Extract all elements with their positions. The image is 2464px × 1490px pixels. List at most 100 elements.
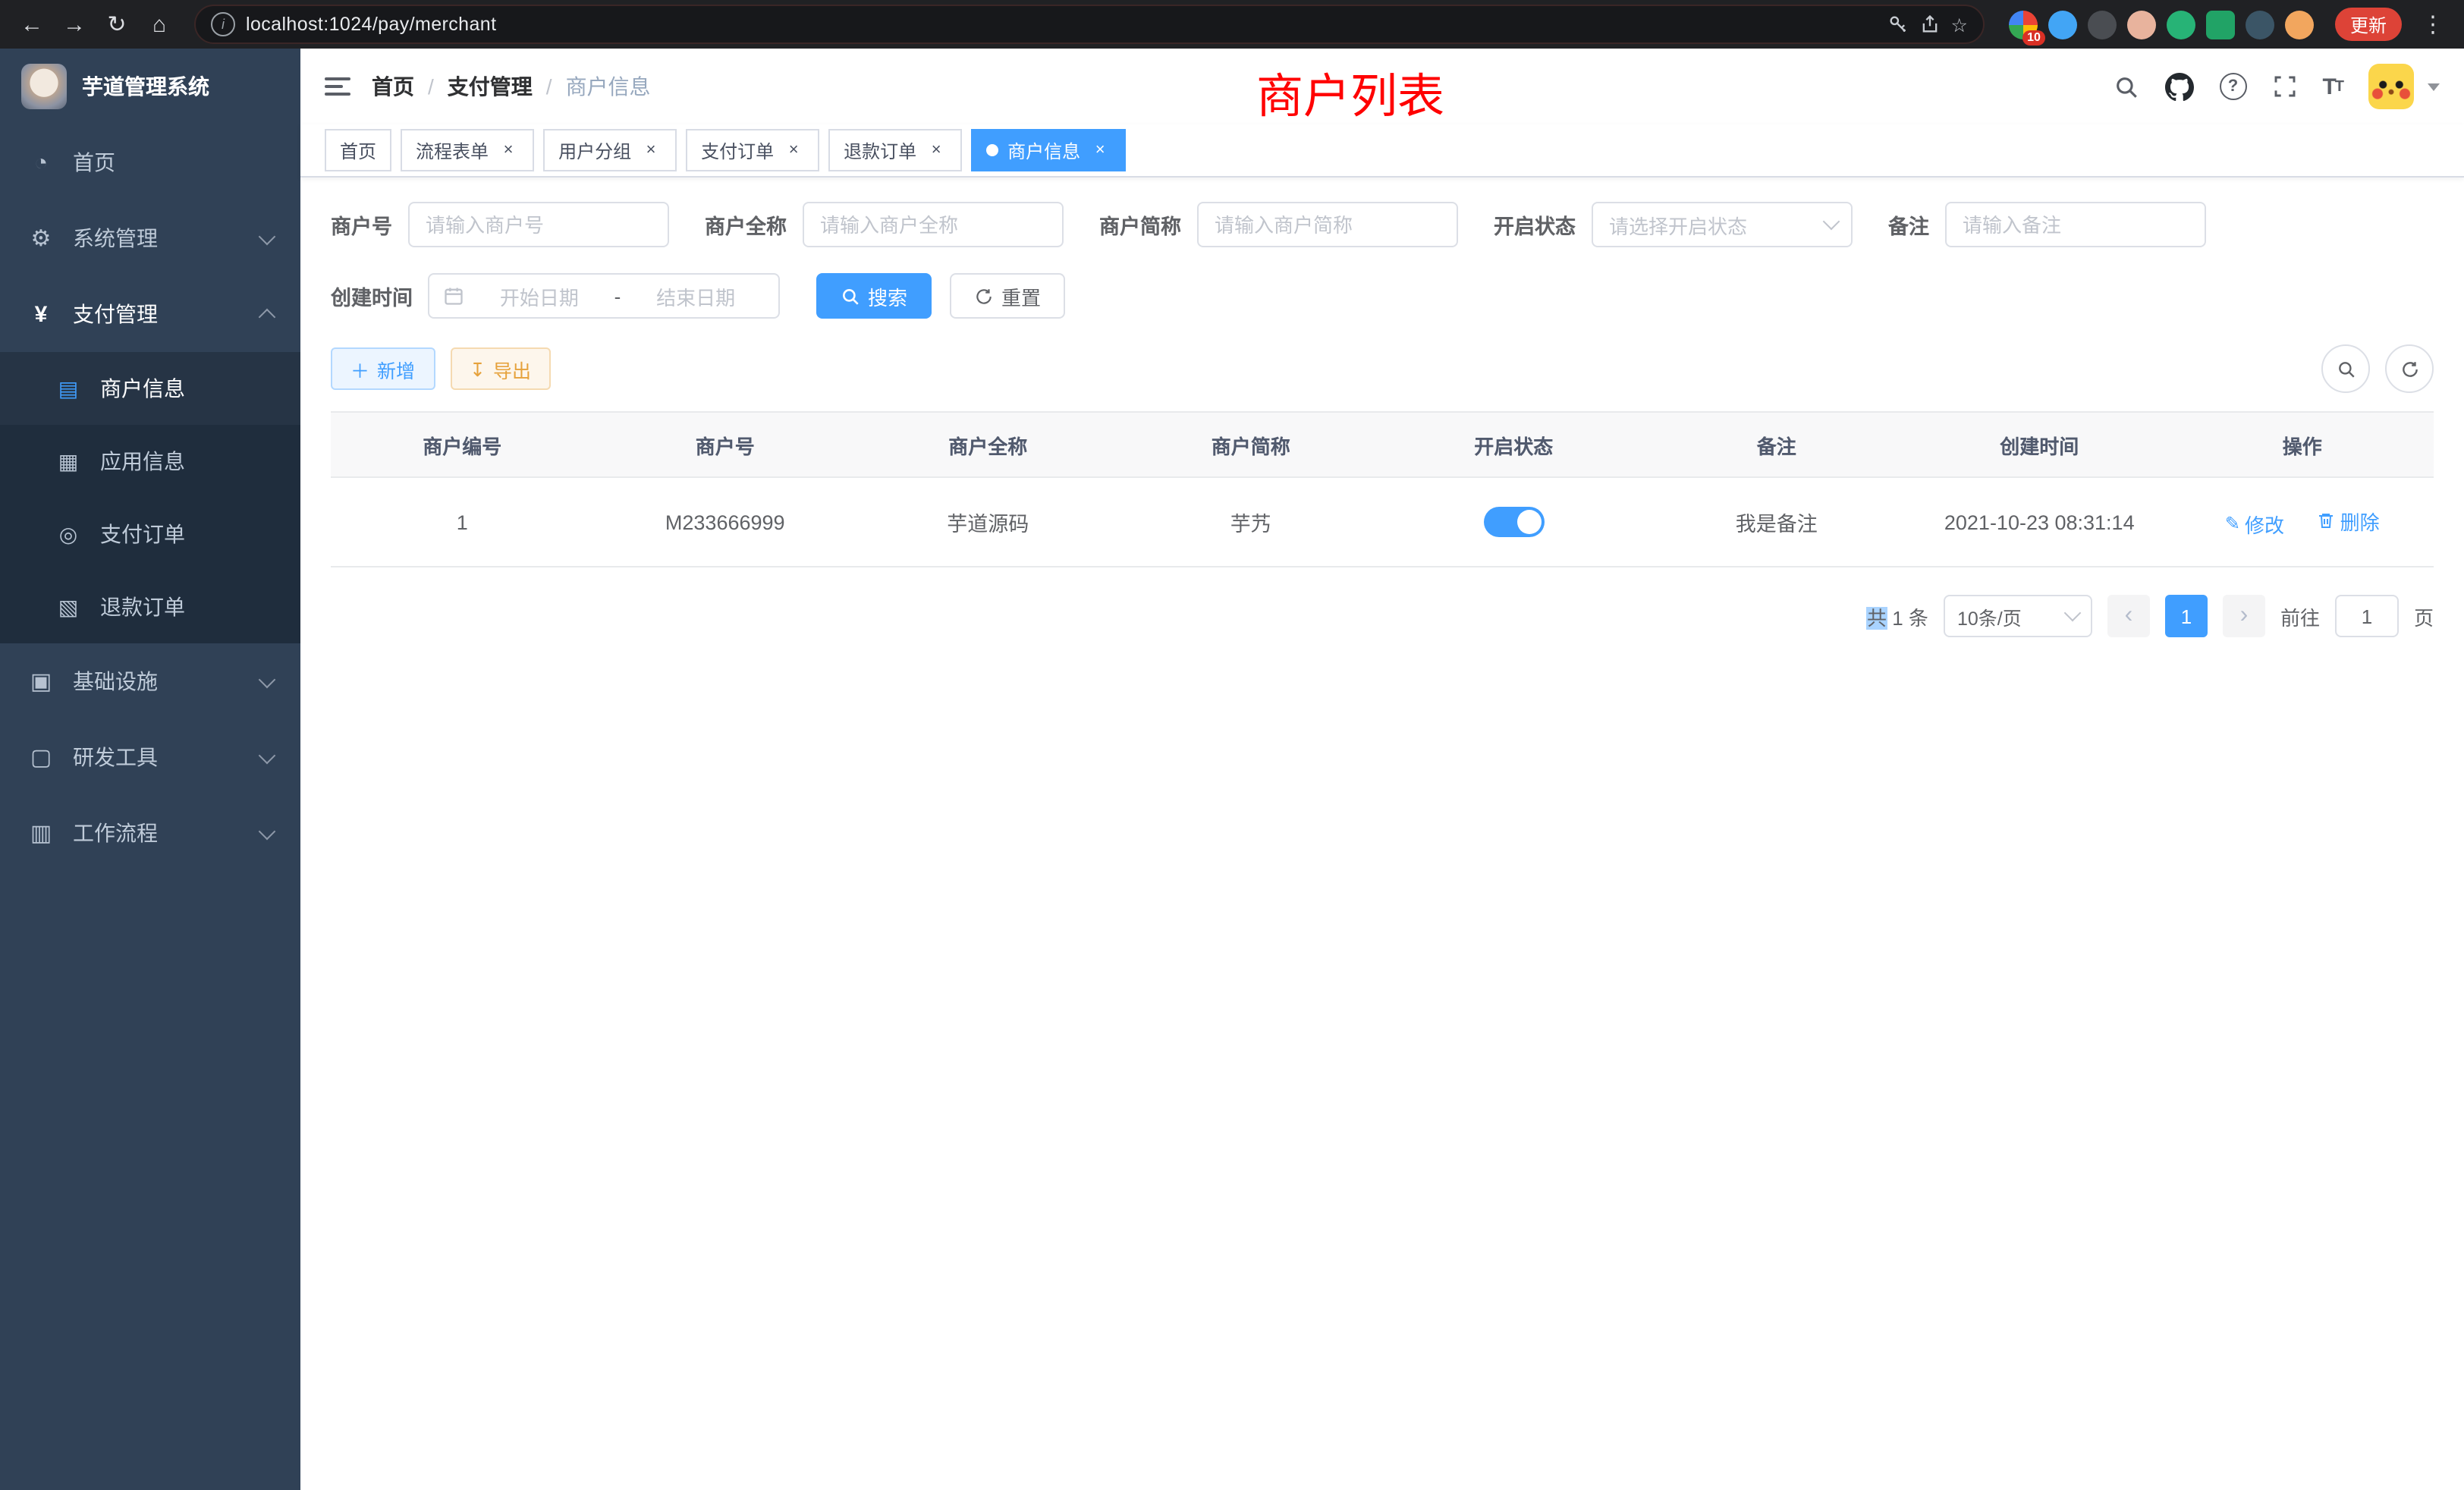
page-content: 商户号 商户全称 商户简称 开启状态 请选择开启状态: [300, 178, 2464, 1490]
col-created-at: 创建时间: [1908, 412, 2171, 477]
navbar-actions: ? TT: [2113, 64, 2440, 109]
chevron-down-icon: [1822, 213, 1840, 231]
active-dot-icon: [986, 144, 998, 156]
gear-icon: ⚙: [27, 225, 55, 252]
password-key-icon[interactable]: [1887, 14, 1909, 35]
download-icon: ↧: [470, 357, 486, 380]
reload-icon[interactable]: ↻: [97, 5, 137, 44]
date-range-picker[interactable]: 开始日期 - 结束日期: [428, 273, 780, 319]
merchant-shortname-input[interactable]: [1196, 202, 1457, 247]
goto-page-input[interactable]: [2335, 595, 2399, 637]
remark-label: 备注: [1888, 209, 1929, 240]
extension-icon-5[interactable]: [2167, 10, 2195, 39]
user-avatar[interactable]: [2368, 64, 2414, 109]
tab-user-group[interactable]: 用户分组 ×: [543, 129, 677, 171]
close-icon[interactable]: ×: [1089, 140, 1111, 161]
forward-icon[interactable]: →: [55, 5, 94, 44]
sidebar-item-refund-order[interactable]: ▧ 退款订单: [0, 571, 300, 643]
avatar-caret-icon[interactable]: [2428, 83, 2440, 90]
merchant-no-input[interactable]: [407, 202, 668, 247]
sidebar-item-merchant-info[interactable]: ▤ 商户信息: [0, 352, 300, 425]
merchant-fullname-label: 商户全称: [705, 209, 787, 240]
tab-merchant-info[interactable]: 商户信息 ×: [971, 129, 1126, 171]
extension-icon-7[interactable]: [2246, 10, 2274, 39]
next-page-button[interactable]: ›: [2223, 595, 2265, 637]
status-toggle[interactable]: [1483, 507, 1544, 537]
breadcrumb-separator: /: [546, 74, 552, 99]
sidebar-logo[interactable]: 芋道管理系统: [0, 49, 300, 124]
extension-icon-2[interactable]: [2048, 10, 2077, 39]
start-date-input[interactable]: 开始日期: [470, 281, 608, 310]
goto-label: 前往: [2280, 602, 2320, 630]
browser-update-button[interactable]: 更新: [2335, 8, 2402, 41]
back-icon[interactable]: ←: [12, 5, 52, 44]
sidebar-item-home[interactable]: ◔ 首页: [0, 124, 300, 200]
share-icon[interactable]: [1919, 14, 1941, 35]
site-info-icon[interactable]: i: [211, 12, 235, 36]
tab-process-form[interactable]: 流程表单 ×: [401, 129, 534, 171]
search-button[interactable]: 搜索: [816, 273, 932, 319]
show-search-toggle-button[interactable]: [2321, 344, 2370, 393]
page-1-button[interactable]: 1: [2165, 595, 2208, 637]
prev-page-button[interactable]: ‹: [2107, 595, 2150, 637]
help-icon[interactable]: ?: [2219, 73, 2246, 100]
tab-pay-order[interactable]: 支付订单 ×: [686, 129, 819, 171]
font-size-icon[interactable]: TT: [2322, 74, 2343, 99]
github-icon[interactable]: [2164, 72, 2193, 101]
fullscreen-icon[interactable]: [2272, 74, 2296, 99]
remark-input[interactable]: [1944, 202, 2205, 247]
create-time-label: 创建时间: [331, 281, 413, 311]
hamburger-icon[interactable]: [325, 73, 350, 100]
address-bar[interactable]: i localhost:1024/pay/merchant ☆: [194, 5, 1985, 44]
end-date-input[interactable]: 结束日期: [627, 281, 765, 310]
delete-link[interactable]: 删除: [2318, 506, 2380, 535]
close-icon[interactable]: ×: [640, 140, 662, 161]
tab-refund-order[interactable]: 退款订单 ×: [828, 129, 962, 171]
col-full-name: 商户全称: [856, 412, 1120, 477]
page-size-select[interactable]: 10条/页: [1944, 595, 2092, 637]
add-button[interactable]: ＋ 新增: [331, 347, 435, 390]
sidebar-item-dev-tools[interactable]: ▢ 研发工具: [0, 719, 300, 795]
edit-link[interactable]: ✎ 修改: [2225, 509, 2284, 538]
breadcrumb-payment[interactable]: 支付管理: [448, 71, 533, 102]
merchant-fullname-input[interactable]: [802, 202, 1063, 247]
bookmark-star-icon[interactable]: ☆: [1951, 13, 1968, 36]
sidebar-item-infrastructure[interactable]: ▣ 基础设施: [0, 643, 300, 719]
tab-home[interactable]: 首页: [325, 129, 391, 171]
screen: ← → ↻ ⌂ i localhost:1024/pay/merchant ☆ …: [0, 0, 2464, 1490]
url-text[interactable]: localhost:1024/pay/merchant: [246, 14, 1877, 35]
sidebar-item-pay-order[interactable]: ◎ 支付订单: [0, 498, 300, 571]
sidebar-item-system[interactable]: ⚙ 系统管理: [0, 200, 300, 276]
refresh-button[interactable]: [2385, 344, 2434, 393]
filter-row-1: 商户号 商户全称 商户简称 开启状态 请选择开启状态: [331, 202, 2434, 247]
date-separator: -: [614, 284, 621, 307]
sidebar-item-app-info[interactable]: ▦ 应用信息: [0, 425, 300, 498]
tags-view-bar: 首页 流程表单 × 用户分组 × 支付订单 × 退款订单 ×: [300, 124, 2464, 178]
cell-merchant-id: 1: [331, 477, 594, 567]
home-icon[interactable]: ⌂: [140, 5, 179, 44]
extension-icon-3[interactable]: [2088, 10, 2117, 39]
col-merchant-no: 商户号: [594, 412, 857, 477]
close-icon[interactable]: ×: [498, 140, 519, 161]
browser-toolbar: ← → ↻ ⌂ i localhost:1024/pay/merchant ☆ …: [0, 0, 2464, 49]
close-icon[interactable]: ×: [926, 140, 947, 161]
chevron-down-icon: [259, 747, 276, 764]
sidebar-item-payment[interactable]: ¥ 支付管理: [0, 276, 300, 352]
box-icon: ▥: [27, 819, 55, 847]
close-icon[interactable]: ×: [783, 140, 804, 161]
extension-badge: 10: [2022, 30, 2045, 45]
status-select[interactable]: 请选择开启状态: [1591, 202, 1852, 247]
extension-icon-6[interactable]: [2206, 10, 2235, 39]
extension-icon-1[interactable]: 10: [2009, 10, 2038, 39]
breadcrumb-home[interactable]: 首页: [372, 71, 414, 102]
extension-icon-4[interactable]: [2127, 10, 2156, 39]
browser-menu-icon[interactable]: ⋮: [2414, 11, 2452, 38]
cell-status: [1382, 477, 1645, 567]
table-toolbar: ＋ 新增 ↧ 导出: [331, 344, 2434, 393]
extension-icon-8[interactable]: [2285, 10, 2314, 39]
cell-short-name: 芋艿: [1120, 477, 1383, 567]
reset-button[interactable]: 重置: [950, 273, 1065, 319]
sidebar-item-workflow[interactable]: ▥ 工作流程: [0, 795, 300, 871]
search-icon[interactable]: [2113, 74, 2139, 99]
export-button[interactable]: ↧ 导出: [450, 347, 551, 390]
